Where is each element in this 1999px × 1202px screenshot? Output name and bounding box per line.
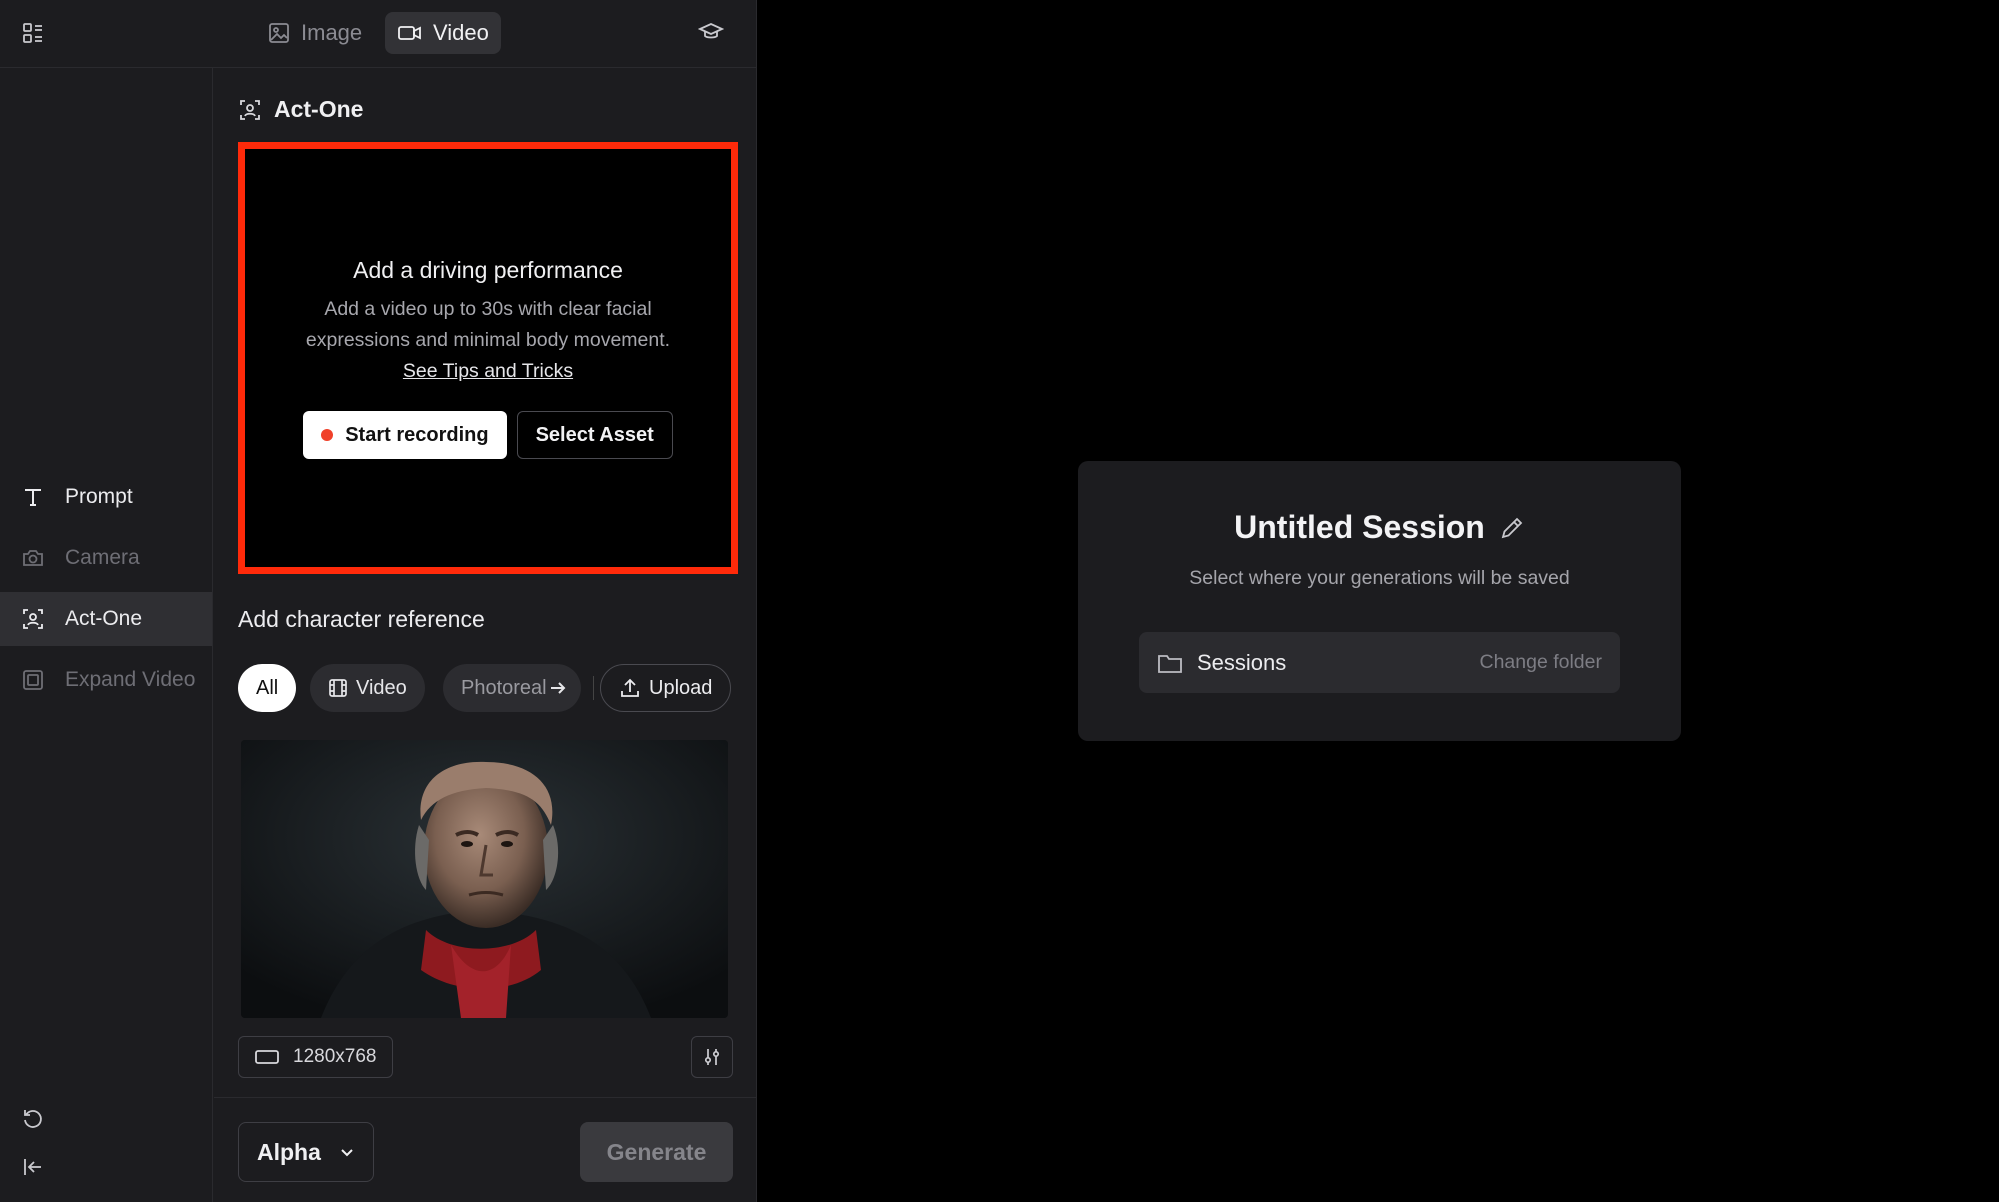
upload-button[interactable]: Upload: [600, 664, 732, 712]
sidebar-item-label: Expand Video: [65, 668, 196, 691]
asset-filter-bar: All Video Photoreal Upload: [238, 664, 757, 712]
tips-link[interactable]: See Tips and Tricks: [403, 356, 573, 387]
sidebar-item-prompt[interactable]: Prompt: [0, 470, 212, 524]
driving-performance-dropzone[interactable]: Add a driving performance Add a video up…: [238, 142, 738, 574]
start-recording-button[interactable]: Start recording: [303, 411, 507, 459]
camera-icon: [21, 546, 45, 570]
resolution-value: 1280x768: [293, 1046, 377, 1067]
generate-button[interactable]: Generate: [580, 1122, 733, 1182]
section-title-text: Act-One: [274, 96, 364, 122]
dropzone-actions: Start recording Select Asset: [303, 411, 673, 459]
settings-adjust-button[interactable]: [691, 1036, 733, 1078]
upload-icon: [619, 677, 641, 699]
tab-video-label: Video: [433, 20, 489, 45]
footer-divider: [214, 1097, 757, 1098]
character-thumbnail[interactable]: [241, 740, 728, 1018]
session-card: Untitled Session Select where your gener…: [1078, 461, 1681, 741]
scroll-right-arrow-icon[interactable]: [543, 672, 573, 704]
chevron-down-icon: [339, 1144, 355, 1160]
filter-all[interactable]: All: [238, 664, 297, 712]
top-bar: Image Video: [0, 0, 757, 68]
session-subtitle: Select where your generations will be sa…: [1189, 567, 1570, 589]
character-reference-title: Add character reference: [238, 606, 485, 632]
sidebar-item-act-one[interactable]: Act-One: [0, 592, 212, 646]
video-camera-icon: [397, 21, 423, 45]
section-title: Act-One: [238, 96, 363, 123]
session-title: Untitled Session: [1078, 509, 1681, 546]
film-icon: [328, 678, 348, 698]
expand-frame-icon: [21, 668, 45, 692]
aspect-ratio-icon: [255, 1049, 279, 1065]
act-one-content: Act-One Add a driving performance Add a …: [214, 68, 757, 1202]
collapse-panel-icon[interactable]: [18, 1152, 48, 1182]
tab-video[interactable]: Video: [385, 12, 501, 54]
apps-grid-icon[interactable]: [18, 18, 48, 48]
text-t-icon: [21, 485, 45, 509]
start-recording-label: Start recording: [345, 423, 489, 446]
face-scan-icon: [21, 607, 45, 631]
dropzone-description: Add a video up to 30s with clear facial …: [305, 298, 671, 351]
model-select-value: Alpha: [257, 1138, 321, 1165]
undo-icon[interactable]: [18, 1103, 48, 1133]
select-asset-button[interactable]: Select Asset: [516, 411, 673, 459]
dropzone-heading: Add a driving performance: [353, 257, 623, 283]
resolution-selector[interactable]: 1280x768: [238, 1036, 394, 1078]
sidebar-item-expand-video[interactable]: Expand Video: [0, 653, 212, 707]
record-dot-icon: [321, 429, 334, 441]
filter-video[interactable]: Video: [310, 664, 425, 712]
filter-video-label: Video: [356, 676, 407, 699]
left-panel: Image Video Prompt Camera Act-One Expand…: [0, 0, 757, 1202]
sidebar-item-camera[interactable]: Camera: [0, 531, 212, 585]
pencil-edit-icon[interactable]: [1499, 515, 1525, 541]
sliders-icon: [702, 1047, 722, 1067]
model-select[interactable]: Alpha: [238, 1122, 374, 1182]
image-icon: [267, 21, 291, 45]
sidebar: Prompt Camera Act-One Expand Video: [0, 68, 213, 1202]
filter-divider: [593, 676, 594, 700]
tab-image[interactable]: Image: [255, 12, 374, 54]
graduation-cap-icon[interactable]: [695, 16, 727, 48]
sidebar-item-label: Prompt: [65, 485, 133, 508]
sidebar-item-label: Act-One: [65, 607, 143, 630]
folder-icon: [1157, 652, 1183, 674]
folder-name: Sessions: [1197, 649, 1287, 675]
session-title-text: Untitled Session: [1234, 509, 1485, 545]
tab-image-label: Image: [301, 20, 363, 45]
folder-selector[interactable]: Sessions Change folder: [1139, 632, 1620, 693]
face-scan-icon: [238, 98, 262, 122]
change-folder-link[interactable]: Change folder: [1479, 651, 1602, 674]
filter-photoreal-label: Photoreal: [461, 676, 547, 699]
upload-label: Upload: [649, 676, 713, 699]
sidebar-item-label: Camera: [65, 546, 140, 569]
filter-all-label: All: [256, 676, 279, 699]
